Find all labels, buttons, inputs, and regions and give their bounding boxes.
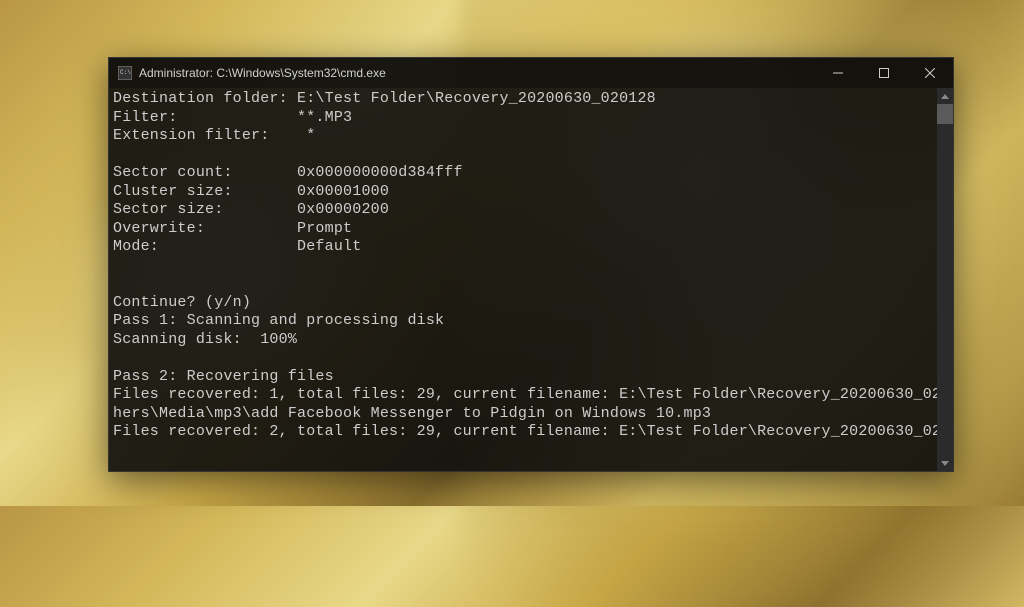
out-line: Sector size: 0x00000200	[113, 201, 389, 218]
out-line: Sector count: 0x000000000d384fff	[113, 164, 463, 181]
close-button[interactable]	[907, 58, 953, 88]
out-line: Extension filter: *	[113, 127, 315, 144]
cmd-icon: C:\	[117, 65, 133, 81]
out-line: Continue? (y/n)	[113, 294, 251, 311]
out-line: Mode: Default	[113, 238, 361, 255]
out-line: Scanning disk: 100%	[113, 331, 297, 348]
out-line: Files recovered: 2, total files: 29, cur…	[113, 423, 937, 440]
window-title: Administrator: C:\Windows\System32\cmd.e…	[139, 66, 815, 80]
maximize-button[interactable]	[861, 58, 907, 88]
out-line: hers\Media\mp3\add Facebook Messenger to…	[113, 405, 711, 422]
out-line: Pass 1: Scanning and processing disk	[113, 312, 444, 329]
scroll-down-button[interactable]	[937, 455, 953, 471]
out-line: Filter: **.MP3	[113, 109, 352, 126]
window-controls	[815, 58, 953, 88]
svg-text:C:\: C:\	[120, 69, 131, 76]
scroll-thumb[interactable]	[937, 104, 953, 124]
out-line: Destination folder: E:\Test Folder\Recov…	[113, 90, 656, 107]
scroll-up-button[interactable]	[937, 88, 953, 104]
terminal-body: Destination folder: E:\Test Folder\Recov…	[109, 88, 953, 471]
out-line: Pass 2: Recovering files	[113, 368, 334, 385]
titlebar[interactable]: C:\ Administrator: C:\Windows\System32\c…	[109, 58, 953, 88]
vertical-scrollbar[interactable]	[937, 88, 953, 471]
out-line: Files recovered: 1, total files: 29, cur…	[113, 386, 937, 403]
out-line: Overwrite: Prompt	[113, 220, 352, 237]
terminal-output[interactable]: Destination folder: E:\Test Folder\Recov…	[109, 88, 937, 471]
terminal-window: C:\ Administrator: C:\Windows\System32\c…	[108, 57, 954, 472]
out-line: Cluster size: 0x00001000	[113, 183, 389, 200]
minimize-button[interactable]	[815, 58, 861, 88]
